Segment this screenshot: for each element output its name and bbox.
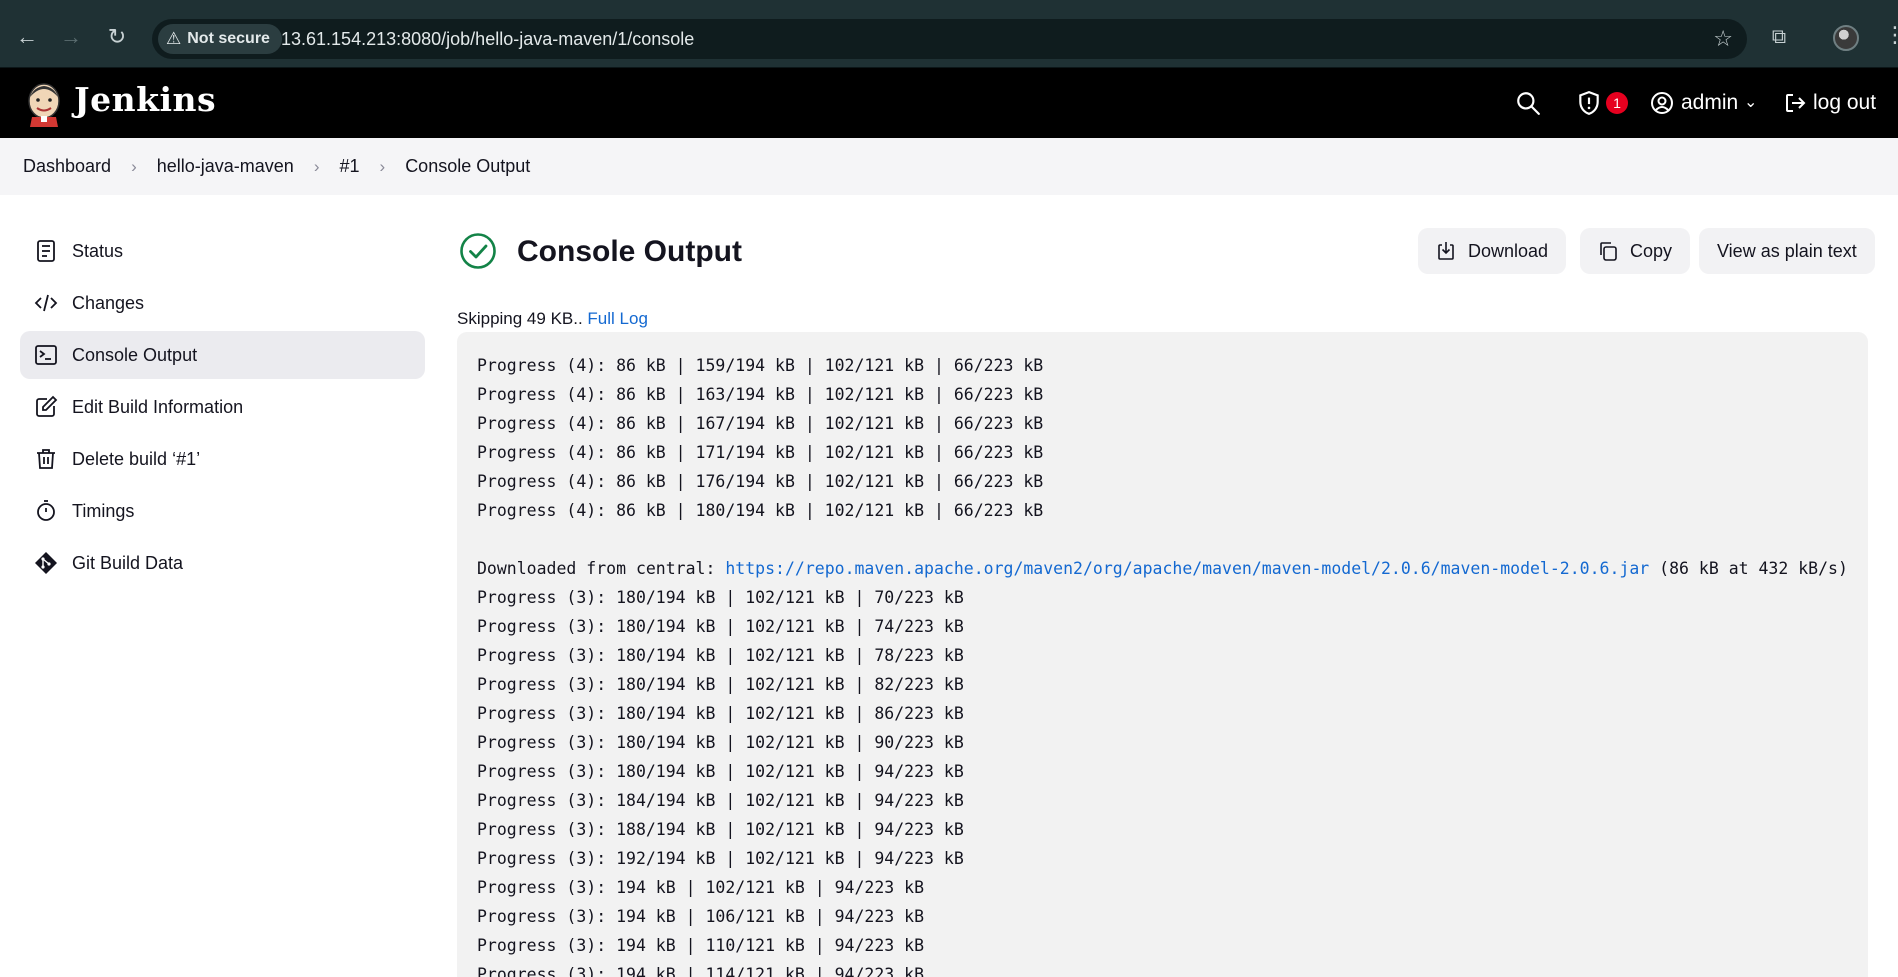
download-label: Download bbox=[1468, 240, 1549, 261]
console-line: Progress (3): 180/194 kB | 102/121 kB | … bbox=[477, 646, 964, 665]
sidebar-item-label: Delete build ‘#1’ bbox=[72, 448, 201, 469]
copy-button[interactable]: Copy bbox=[1580, 228, 1691, 274]
sidebar-item-label: Changes bbox=[72, 292, 145, 313]
console-download-line: Downloaded from central: https://repo.ma… bbox=[477, 554, 1849, 583]
console-line: Progress (3): 180/194 kB | 102/121 kB | … bbox=[477, 762, 964, 781]
console-line: Progress (4): 86 kB | 167/194 kB | 102/1… bbox=[477, 414, 1044, 433]
view-plain-text-button[interactable]: View as plain text bbox=[1699, 228, 1875, 274]
sidebar-item-label: Git Build Data bbox=[72, 552, 184, 573]
security-badge[interactable]: 1 bbox=[1606, 92, 1628, 114]
browser-menu-icon[interactable]: ⋮ bbox=[1884, 20, 1898, 50]
download-prefix: Downloaded from central: bbox=[477, 559, 726, 578]
user-menu[interactable]: admin bbox=[1681, 91, 1738, 115]
console-line: Progress (3): 194 kB | 114/121 kB | 94/2… bbox=[477, 965, 925, 977]
console-line: Progress (4): 86 kB | 163/194 kB | 102/1… bbox=[477, 385, 1044, 404]
download-button[interactable]: Download bbox=[1418, 228, 1567, 274]
security-label: Not secure bbox=[187, 30, 270, 47]
console-line: Progress (3): 192/194 kB | 102/121 kB | … bbox=[477, 849, 964, 868]
reload-icon[interactable]: ↻ bbox=[102, 22, 132, 52]
view-plain-text-label: View as plain text bbox=[1717, 240, 1857, 261]
chevron-right-icon: › bbox=[379, 156, 386, 176]
address-bar[interactable]: ⚠ Not secure 13.61.154.213:8080/job/hell… bbox=[152, 19, 1747, 59]
breadcrumb-console-output[interactable]: Console Output bbox=[405, 156, 530, 177]
security-chip[interactable]: ⚠ Not secure bbox=[158, 24, 282, 54]
sidebar-item-timings[interactable]: Timings bbox=[20, 487, 425, 535]
console-line: Progress (3): 180/194 kB | 102/121 kB | … bbox=[477, 675, 964, 694]
sidebar-item-git-build-data[interactable]: Git Build Data bbox=[20, 539, 425, 587]
terminal-icon bbox=[35, 345, 57, 365]
copy-label: Copy bbox=[1630, 240, 1673, 261]
console-line: Progress (3): 194 kB | 106/121 kB | 94/2… bbox=[477, 907, 925, 926]
console-output[interactable]: Progress (4): 86 kB | 159/194 kB | 102/1… bbox=[457, 332, 1868, 977]
sidebar-item-console-output[interactable]: Console Output bbox=[20, 331, 425, 379]
sidebar-item-changes[interactable]: Changes bbox=[20, 279, 425, 327]
breadcrumb: Dashboard › hello-java-maven › #1 › Cons… bbox=[0, 138, 1898, 195]
git-icon bbox=[35, 552, 57, 574]
console-line: Progress (4): 86 kB | 176/194 kB | 102/1… bbox=[477, 472, 1044, 491]
console-line: Progress (3): 194 kB | 102/121 kB | 94/2… bbox=[477, 878, 925, 897]
console-line: Progress (3): 180/194 kB | 102/121 kB | … bbox=[477, 617, 964, 636]
code-icon bbox=[34, 294, 58, 312]
sidebar-item-label: Timings bbox=[72, 500, 135, 521]
page-title: Console Output bbox=[517, 235, 742, 268]
logout-icon[interactable] bbox=[1783, 91, 1807, 115]
extensions-icon[interactable]: ⧉ bbox=[1765, 23, 1793, 51]
breadcrumb-build[interactable]: #1 bbox=[339, 156, 359, 177]
shield-alert-icon[interactable] bbox=[1576, 90, 1602, 116]
console-line: Progress (4): 86 kB | 159/194 kB | 102/1… bbox=[477, 356, 1044, 375]
breadcrumb-job[interactable]: hello-java-maven bbox=[157, 156, 294, 177]
console-line: Progress (3): 180/194 kB | 102/121 kB | … bbox=[477, 733, 964, 752]
full-log-link[interactable]: Full Log bbox=[587, 309, 647, 328]
download-icon bbox=[1438, 242, 1454, 260]
console-line: Progress (4): 86 kB | 180/194 kB | 102/1… bbox=[477, 501, 1044, 520]
console-line: Progress (3): 180/194 kB | 102/121 kB | … bbox=[477, 588, 964, 607]
sidebar-item-label: Edit Build Information bbox=[72, 396, 244, 417]
logout-link[interactable]: log out bbox=[1813, 91, 1876, 115]
copy-icon bbox=[1600, 242, 1617, 261]
edit-icon bbox=[36, 395, 58, 417]
console-line: Progress (3): 188/194 kB | 102/121 kB | … bbox=[477, 820, 964, 839]
browser-toolbar: ← → ↻ ⚠ Not secure 13.61.154.213:8080/jo… bbox=[0, 0, 1898, 68]
skip-notice: Skipping 49 KB.. Full Log bbox=[457, 309, 648, 329]
chevron-right-icon: › bbox=[313, 156, 320, 176]
success-check-icon bbox=[460, 233, 496, 269]
console-line: Progress (4): 86 kB | 171/194 kB | 102/1… bbox=[477, 443, 1044, 462]
search-icon[interactable] bbox=[1515, 90, 1541, 116]
back-icon[interactable]: ← bbox=[12, 22, 42, 52]
trash-icon bbox=[37, 449, 55, 469]
sidebar-item-delete-build[interactable]: Delete build ‘#1’ bbox=[20, 435, 425, 483]
forward-icon[interactable]: → bbox=[56, 22, 86, 52]
console-line: Progress (3): 194 kB | 110/121 kB | 94/2… bbox=[477, 936, 925, 955]
profile-avatar[interactable] bbox=[1833, 25, 1859, 51]
sidebar-item-label: Status bbox=[72, 240, 124, 261]
sidebar-item-status[interactable]: Status bbox=[20, 227, 425, 275]
jenkins-brand[interactable]: Jenkins bbox=[74, 80, 216, 119]
download-suffix: (86 kB at 432 kB/s) bbox=[1649, 559, 1848, 578]
sidebar-item-label: Console Output bbox=[72, 344, 198, 365]
breadcrumb-dashboard[interactable]: Dashboard bbox=[23, 156, 111, 177]
skip-text: Skipping 49 KB.. bbox=[457, 309, 588, 328]
user-icon[interactable] bbox=[1650, 91, 1674, 115]
jenkins-header: Jenkins 1 admin ⌄ log out bbox=[0, 68, 1898, 138]
document-icon bbox=[37, 240, 55, 262]
console-line: Progress (3): 180/194 kB | 102/121 kB | … bbox=[477, 704, 964, 723]
bookmark-star-icon[interactable]: ☆ bbox=[1713, 19, 1733, 59]
jenkins-logo-icon[interactable] bbox=[24, 79, 64, 127]
chevron-down-icon[interactable]: ⌄ bbox=[1744, 91, 1757, 115]
console-line: Progress (3): 184/194 kB | 102/121 kB | … bbox=[477, 791, 964, 810]
url-text[interactable]: 13.61.154.213:8080/job/hello-java-maven/… bbox=[281, 19, 694, 59]
stopwatch-icon bbox=[37, 500, 55, 521]
sidebar-item-edit-build-information[interactable]: Edit Build Information bbox=[20, 383, 425, 431]
warning-icon: ⚠ bbox=[166, 29, 182, 48]
artifact-link[interactable]: https://repo.maven.apache.org/maven2/org… bbox=[725, 559, 1649, 578]
chevron-right-icon: › bbox=[131, 156, 137, 176]
sidebar: Status Changes Console Output Edit Build… bbox=[20, 227, 425, 591]
